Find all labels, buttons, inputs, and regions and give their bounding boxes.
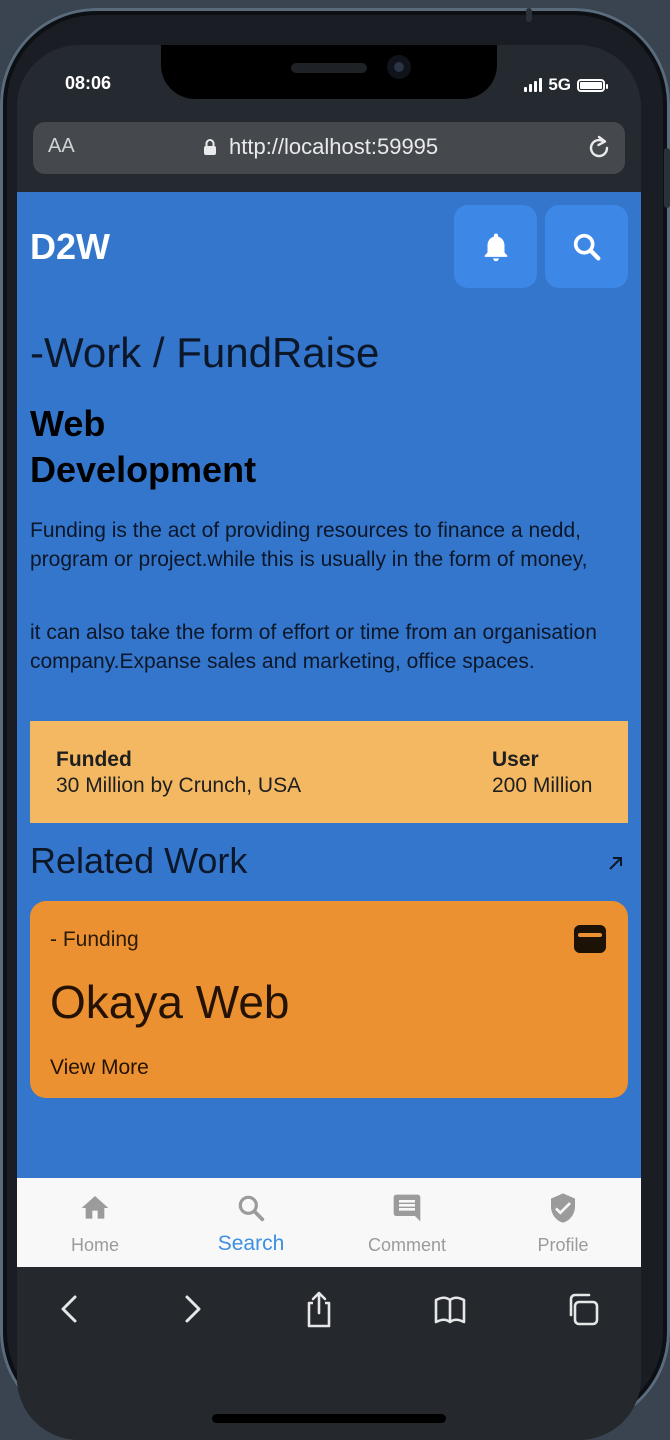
- related-work-card[interactable]: - Funding Okaya Web View More: [30, 901, 628, 1098]
- tab-label: Search: [217, 1232, 285, 1255]
- notch: [161, 45, 497, 99]
- bottom-tab-bar: Home Search Comment Profile: [17, 1178, 641, 1267]
- status-indicators: 5G: [524, 75, 608, 95]
- tab-comment[interactable]: Comment: [329, 1178, 485, 1267]
- home-icon: [81, 1196, 109, 1219]
- url-text[interactable]: http://localhost:59995: [229, 134, 438, 160]
- phone-screen: 08:06 5G AA http://localhost:59995 D2W -…: [17, 45, 641, 1440]
- wallet-icon: [574, 925, 606, 953]
- web-content: D2W -Work / FundRaise Web Development Fu…: [17, 192, 641, 1178]
- header-search-button[interactable]: [545, 205, 628, 288]
- stat-user: User 200 Million: [492, 747, 592, 799]
- app-logo[interactable]: D2W: [30, 226, 110, 268]
- description-paragraph-1: Funding is the act of providing resource…: [30, 519, 588, 571]
- share-icon[interactable]: [302, 1289, 336, 1329]
- status-bar: 08:06 5G: [17, 45, 641, 117]
- tab-label: Comment: [367, 1235, 447, 1255]
- stat-label: User: [492, 748, 539, 771]
- stat-label: Funded: [56, 748, 132, 771]
- status-time: 08:06: [65, 73, 112, 93]
- speaker: [291, 63, 367, 73]
- related-work-title: Related Work: [30, 840, 248, 881]
- search-icon: [238, 1195, 265, 1222]
- stat-funded: Funded 30 Million by Crunch, USA: [56, 747, 301, 799]
- reload-icon[interactable]: [585, 134, 613, 162]
- address-bar[interactable]: AA http://localhost:59995: [33, 122, 625, 174]
- comment-icon: [393, 1194, 421, 1222]
- view-more-link[interactable]: View More: [50, 1056, 149, 1080]
- bookmarks-icon[interactable]: [433, 1289, 467, 1329]
- card-tag: - Funding: [50, 928, 139, 951]
- page-title: Web Development: [30, 403, 257, 490]
- tab-profile[interactable]: Profile: [485, 1178, 641, 1267]
- tab-label: Profile: [537, 1235, 589, 1255]
- side-button: [664, 148, 670, 208]
- search-icon: [573, 233, 601, 261]
- breadcrumb: -Work / FundRaise: [30, 329, 380, 376]
- notifications-button[interactable]: [454, 205, 537, 288]
- tab-search[interactable]: Search: [173, 1178, 329, 1267]
- tab-label: Home: [70, 1235, 119, 1255]
- battery-icon: [577, 78, 608, 92]
- bell-icon: [484, 233, 508, 262]
- tab-home[interactable]: Home: [17, 1178, 173, 1267]
- back-icon[interactable]: [53, 1289, 87, 1329]
- home-indicator: [212, 1414, 446, 1423]
- text-size-button[interactable]: AA: [48, 135, 75, 158]
- signal-icon: [524, 78, 543, 92]
- stat-value: 200 Million: [492, 774, 593, 797]
- tabs-icon[interactable]: [567, 1289, 601, 1329]
- browser-toolbar: [17, 1267, 641, 1440]
- lock-icon: [204, 139, 216, 155]
- arrow-up-right-icon[interactable]: [607, 854, 625, 872]
- stat-value: 30 Million by Crunch, USA: [56, 774, 302, 797]
- top-button: [526, 8, 532, 22]
- network-label: 5G: [548, 75, 571, 94]
- card-title: Okaya Web: [50, 976, 290, 1028]
- phone-frame: 08:06 5G AA http://localhost:59995 D2W -…: [0, 8, 670, 1440]
- forward-icon[interactable]: [175, 1289, 209, 1329]
- funding-stats: Funded 30 Million by Crunch, USA User 20…: [30, 721, 628, 823]
- front-camera: [387, 55, 411, 79]
- shield-check-icon: [551, 1193, 575, 1223]
- description-paragraph-2: it can also take the form of effort or t…: [30, 621, 597, 673]
